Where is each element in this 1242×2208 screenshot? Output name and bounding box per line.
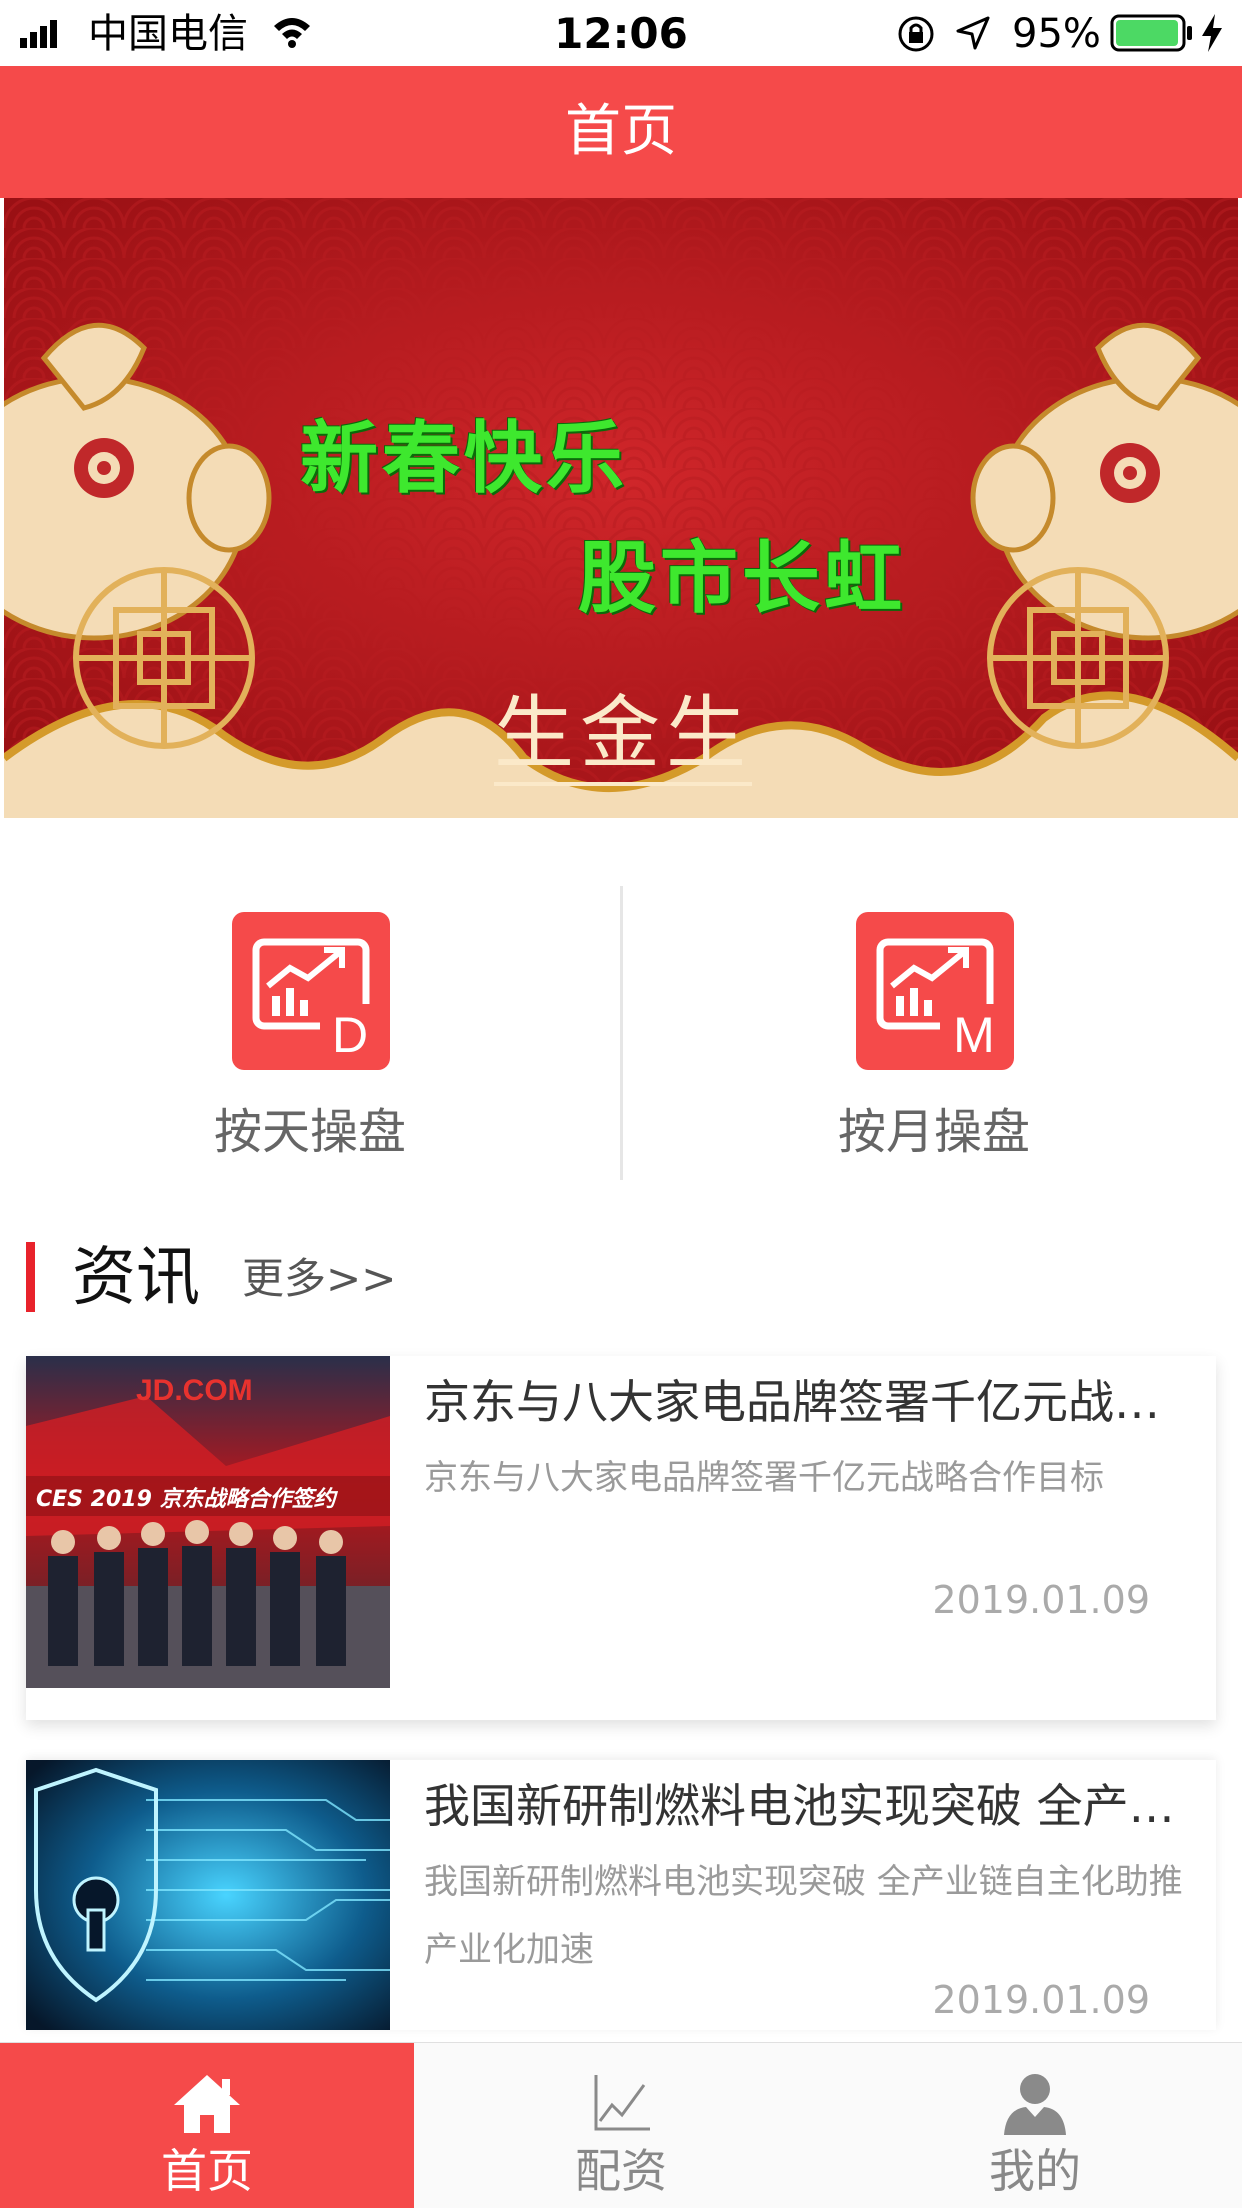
- news-title: 我国新研制燃料电池实现突破 全产业链自主化助推产业化加速: [424, 1779, 1184, 1833]
- news-section-title: 资讯: [72, 1241, 200, 1315]
- tab-mine-label: 我的: [989, 2144, 1081, 2198]
- news-summary: 京东与八大家电品牌签署千亿元战略合作目标: [424, 1458, 1104, 1498]
- svg-text:CES 2019 京东战略合作签约: CES 2019 京东战略合作签约: [36, 1486, 339, 1512]
- navigation-bar: 首页: [0, 66, 1242, 198]
- knot-ornament-right: [987, 567, 1169, 749]
- promo-banner[interactable]: 新春快乐 股市长虹 生金生: [4, 198, 1238, 818]
- news-date: 2019.01.09: [932, 1978, 1150, 2022]
- monthly-chart-icon: M: [856, 912, 1014, 1070]
- news-item[interactable]: JD.COM CES 2019 京东战略合作签约 京东与八大家电品牌签署千亿元战…: [26, 1356, 1216, 1720]
- news-thumbnail: [26, 1760, 390, 2030]
- location-icon: [956, 16, 990, 50]
- tab-fund[interactable]: 配资: [414, 2043, 828, 2208]
- news-date: 2019.01.09: [932, 1578, 1150, 1622]
- daily-trading-button[interactable]: D 按天操盘: [0, 886, 620, 1180]
- svg-text:M: M: [953, 1007, 995, 1063]
- battery-percent: 95%: [1012, 11, 1101, 57]
- user-icon: [1004, 2074, 1066, 2135]
- quick-actions: D 按天操盘 M 按月操盘: [0, 886, 1242, 1180]
- monthly-trading-button[interactable]: M 按月操盘: [622, 886, 1242, 1180]
- daily-trading-label: 按天操盘: [213, 1104, 406, 1160]
- status-bar: 中国电信 12:06 95%: [0, 0, 1242, 66]
- section-accent-bar: [26, 1242, 35, 1312]
- knot-ornament-left: [73, 567, 255, 749]
- tab-bar: 首页 配资 我的: [0, 2042, 1242, 2208]
- home-icon: [174, 2075, 240, 2133]
- news-title: 京东与八大家电品牌签署千亿元战略合作目标: [424, 1375, 1184, 1429]
- svg-text:JD.COM: JD.COM: [136, 1374, 253, 1407]
- page-title: 首页: [565, 99, 677, 164]
- news-item[interactable]: 我国新研制燃料电池实现突破 全产业链自主化助推产业化加速 我国新研制燃料电池实现…: [26, 1760, 1216, 2030]
- tab-fund-label: 配资: [575, 2144, 667, 2198]
- svg-text:D: D: [332, 1007, 368, 1063]
- tab-mine[interactable]: 我的: [828, 2043, 1242, 2208]
- banner-greeting: 新春快乐: [300, 414, 629, 504]
- daily-chart-icon: D: [232, 912, 390, 1070]
- chart-icon: [594, 2075, 650, 2131]
- news-summary: 我国新研制燃料电池实现突破 全产业链自主化助推产业化加速: [424, 1862, 1183, 1970]
- tab-home-label: 首页: [161, 2144, 253, 2198]
- news-thumbnail: JD.COM CES 2019 京东战略合作签约: [26, 1356, 390, 1688]
- battery-icon: [1110, 14, 1192, 52]
- charging-icon: [1202, 14, 1222, 52]
- news-section-header: 资讯 更多>>: [26, 1240, 1216, 1320]
- orientation-lock-icon: [898, 16, 934, 52]
- news-more-link[interactable]: 更多>>: [242, 1252, 396, 1306]
- banner-brand: 生金生: [494, 686, 752, 786]
- tab-home[interactable]: 首页: [0, 2043, 414, 2208]
- banner-slogan: 股市长虹: [578, 534, 907, 624]
- monthly-trading-label: 按月操盘: [837, 1104, 1030, 1160]
